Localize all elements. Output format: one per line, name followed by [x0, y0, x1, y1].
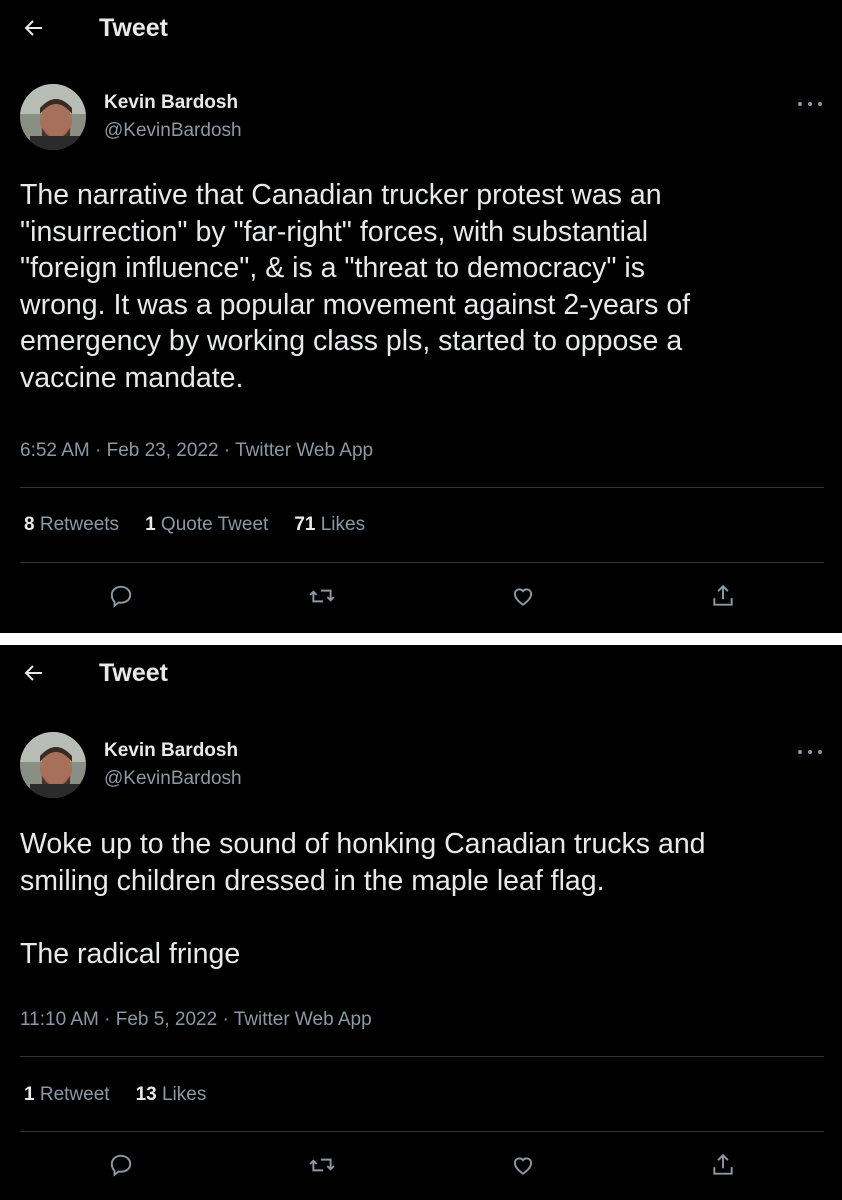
author-name[interactable]: Kevin Bardosh — [104, 92, 238, 114]
avatar[interactable] — [20, 732, 86, 798]
tweet-header-bar: Tweet — [0, 0, 842, 62]
more-options-icon[interactable] — [798, 99, 822, 109]
likes-stat[interactable]: 13 Likes — [136, 1084, 207, 1106]
retweet-icon[interactable] — [307, 1150, 337, 1180]
back-arrow-icon[interactable] — [20, 14, 48, 42]
author-name[interactable]: Kevin Bardosh — [104, 740, 238, 762]
divider — [20, 1056, 824, 1057]
tweet-timestamp[interactable]: 11:10 AM · Feb 5, 2022 · Twitter Web App — [20, 1009, 372, 1031]
page-title: Tweet — [99, 659, 168, 687]
divider — [20, 1131, 824, 1132]
author-handle[interactable]: @KevinBardosh — [104, 768, 242, 790]
reply-icon[interactable] — [106, 581, 136, 611]
retweets-stat[interactable]: 8 Retweets — [24, 514, 119, 536]
tweet-header-bar: Tweet — [0, 645, 842, 707]
author-handle[interactable]: @KevinBardosh — [104, 120, 242, 142]
engagement-stats: 1 Retweet 13 Likes — [24, 1084, 206, 1106]
tweet-actions — [0, 581, 842, 617]
like-icon[interactable] — [508, 1150, 538, 1180]
retweet-icon[interactable] — [307, 581, 337, 611]
engagement-stats: 8 Retweets 1 Quote Tweet 71 Likes — [24, 514, 365, 536]
more-options-icon[interactable] — [798, 747, 822, 757]
like-icon[interactable] — [508, 581, 538, 611]
page-title: Tweet — [99, 14, 168, 42]
divider — [20, 562, 824, 563]
likes-stat[interactable]: 71 Likes — [294, 514, 365, 536]
tweet-actions — [0, 1150, 842, 1186]
share-icon[interactable] — [708, 1150, 738, 1180]
tweet-text: Woke up to the sound of honking Canadian… — [20, 828, 706, 970]
tweet-timestamp[interactable]: 6:52 AM · Feb 23, 2022 · Twitter Web App — [20, 440, 373, 462]
avatar[interactable] — [20, 84, 86, 150]
divider — [20, 487, 824, 488]
panel-separator — [0, 633, 842, 645]
tweet-panel-1: Tweet Kevin Bardosh @KevinBardosh The na… — [0, 0, 842, 633]
retweets-stat[interactable]: 1 Retweet — [24, 1084, 110, 1106]
quote-tweets-stat[interactable]: 1 Quote Tweet — [145, 514, 268, 536]
reply-icon[interactable] — [106, 1150, 136, 1180]
share-icon[interactable] — [708, 581, 738, 611]
tweet-text: The narrative that Canadian trucker prot… — [20, 179, 691, 394]
back-arrow-icon[interactable] — [20, 659, 48, 687]
tweet-panel-2: Tweet Kevin Bardosh @KevinBardosh Woke u… — [0, 645, 842, 1200]
